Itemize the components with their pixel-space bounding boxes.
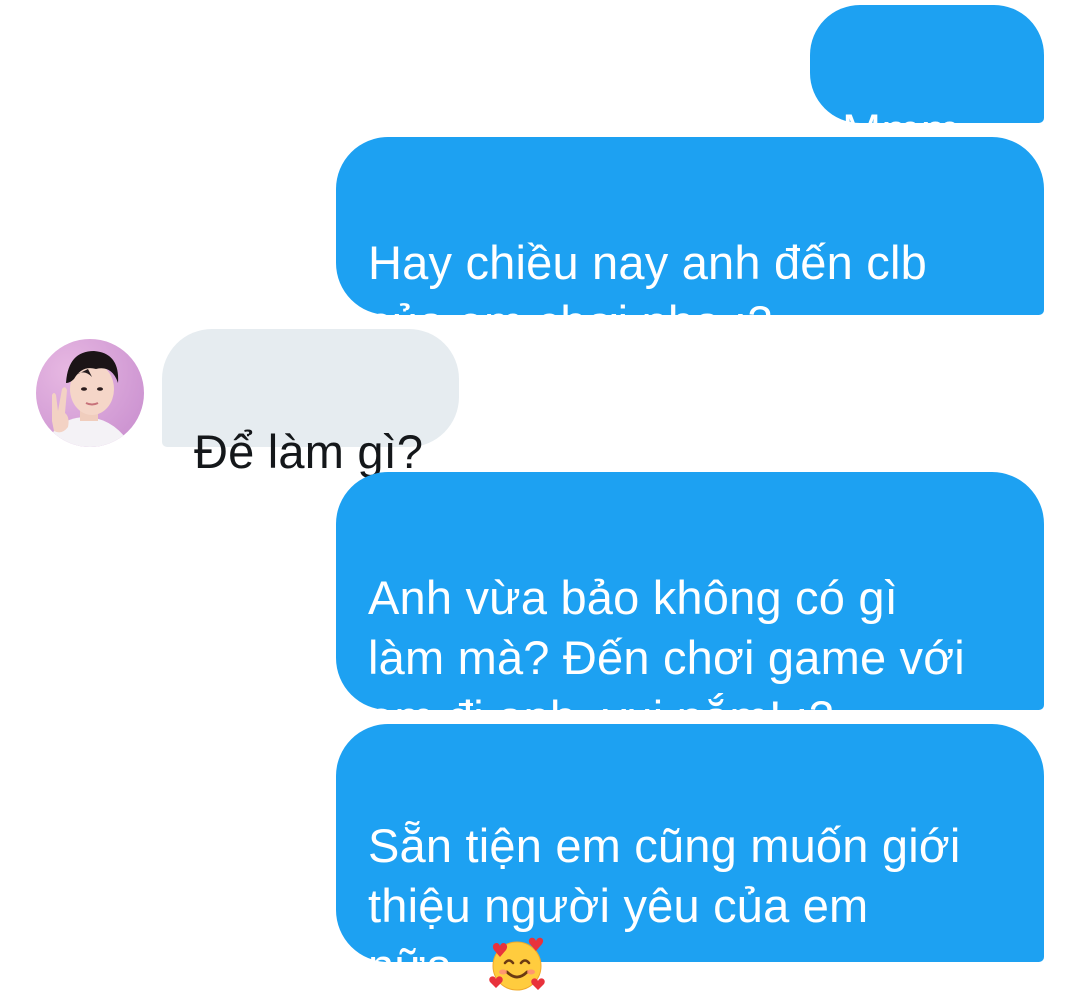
sent-message-bubble[interactable]: Sẵn tiện em cũng muốn giới thiệu người y… [336, 724, 1044, 992]
contact-avatar[interactable] [36, 339, 144, 447]
sent-message-bubble[interactable]: Mmm... [810, 5, 1044, 157]
message-text: Sẵn tiện em cũng muốn giới thiệu người y… [368, 819, 961, 992]
message-text: Anh vừa bảo không có gì làm mà? Đến chơi… [368, 571, 965, 744]
sent-message-bubble[interactable]: Hay chiều nay anh đến clb của em chơi nh… [336, 137, 1044, 349]
received-message-bubble[interactable]: Để làm gì? [162, 329, 459, 478]
sent-message-bubble[interactable]: Anh vừa bảo không có gì làm mà? Đến chơi… [336, 472, 1044, 744]
smiling-face-with-hearts-icon [488, 936, 546, 994]
message-text: Để làm gì? [194, 425, 424, 478]
message-text: Hay chiều nay anh đến clb của em chơi nh… [368, 236, 927, 349]
contact-avatar-image [36, 339, 144, 447]
